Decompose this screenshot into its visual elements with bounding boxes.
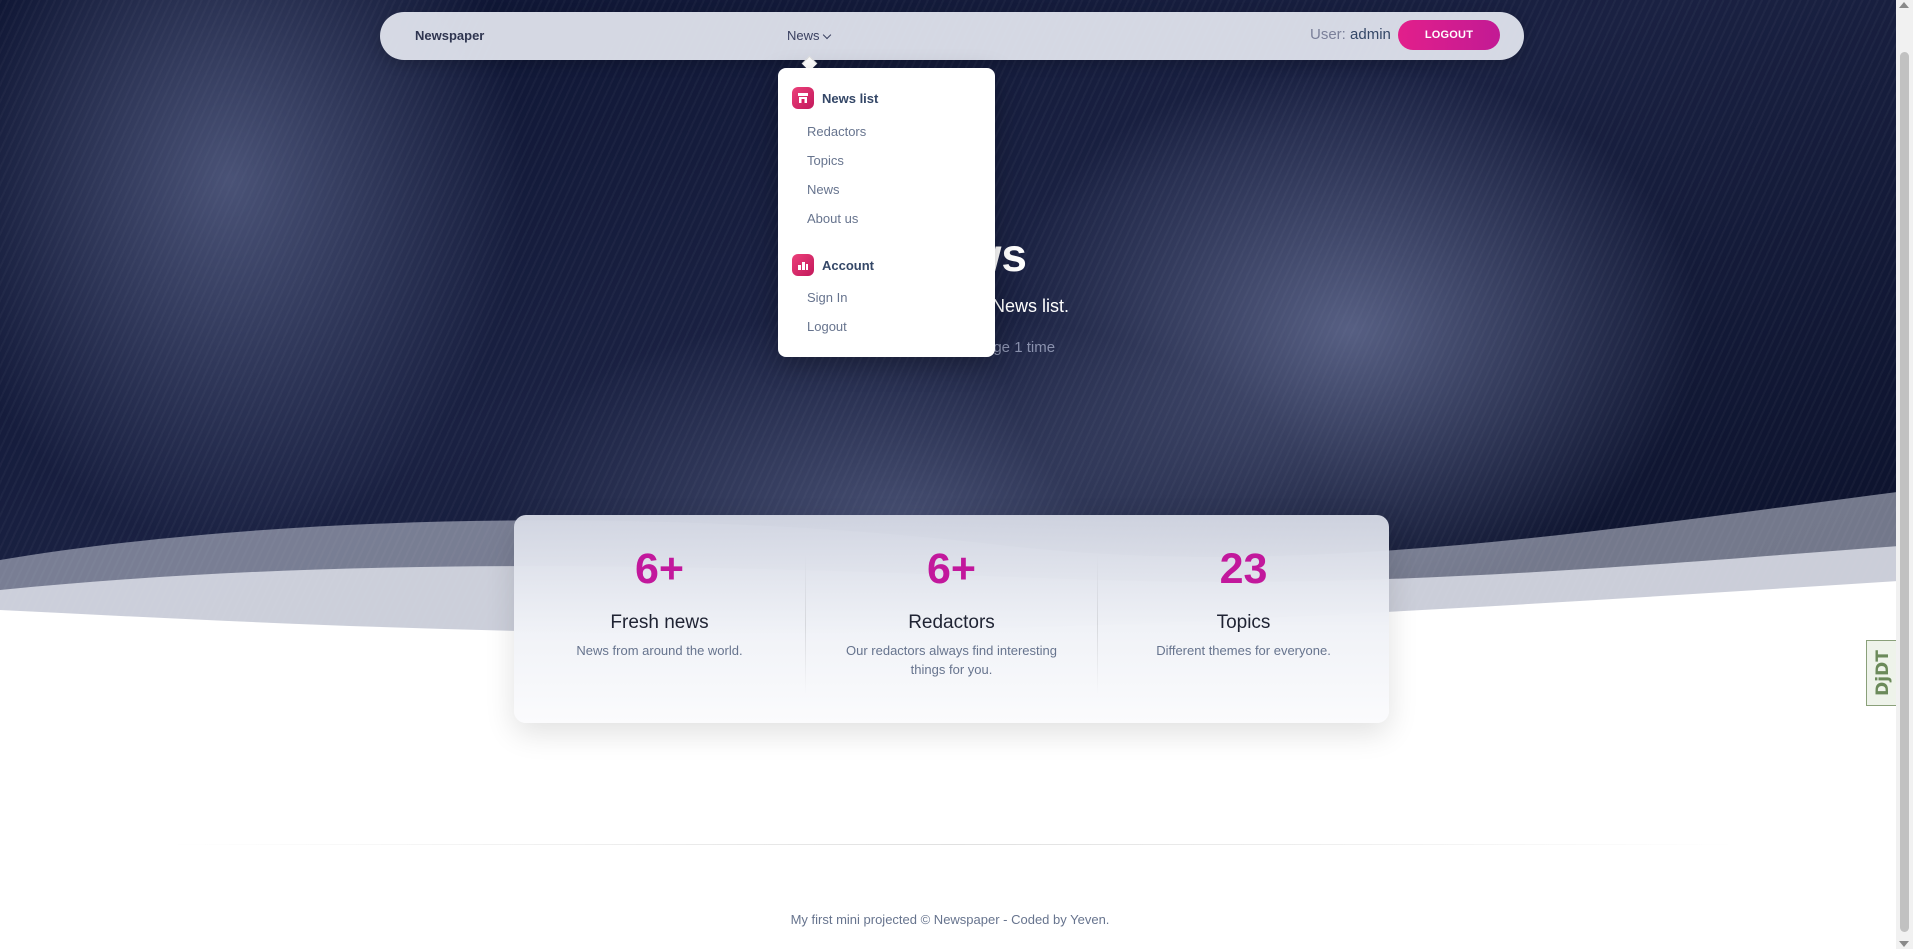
hero-visit-counter: age 1 time — [985, 339, 1056, 356]
news-dropdown-menu: News list Redactors Topics News About us… — [778, 68, 995, 357]
logout-button[interactable]: LOGOUT — [1398, 20, 1500, 50]
stats-card: 6+ Fresh news News from around the world… — [514, 515, 1389, 723]
store-icon — [792, 87, 814, 109]
debug-toolbar-label: DjDT — [1873, 650, 1893, 696]
stat-topics: 23 Topics Different themes for everyone. — [1098, 515, 1389, 723]
scroll-up-icon[interactable] — [1899, 2, 1909, 8]
user-label: User: — [1310, 26, 1346, 43]
dropdown-item-redactors[interactable]: Redactors — [807, 124, 866, 139]
user-info: User: admin — [1310, 26, 1391, 43]
dropdown-section-title: News list — [822, 90, 879, 106]
dropdown-section-account: Account — [792, 254, 874, 276]
footer-text: My first mini projected © Newspaper - Co… — [790, 912, 1110, 927]
chevron-down-icon — [822, 30, 831, 40]
dropdown-item-news[interactable]: News — [807, 182, 840, 197]
dropdown-item-topics[interactable]: Topics — [807, 153, 844, 168]
debug-toolbar-handle[interactable]: DjDT — [1866, 640, 1900, 706]
dropdown-item-sign-in[interactable]: Sign In — [807, 290, 847, 305]
stat-value: 23 — [1219, 545, 1268, 593]
stat-label: Fresh news — [610, 612, 709, 633]
stat-label: Topics — [1216, 612, 1271, 633]
stat-value: 6+ — [634, 545, 685, 593]
news-menu-label: News — [787, 28, 820, 43]
news-menu-toggle[interactable]: News — [787, 28, 831, 43]
user-name: admin — [1350, 26, 1391, 43]
stat-description: Different themes for everyone. — [1156, 643, 1331, 658]
stat-redactors: 6+ Redactors Our redactors always find i… — [806, 515, 1097, 723]
stat-label: Redactors — [908, 612, 995, 633]
stat-description: News from around the world. — [576, 643, 743, 658]
dropdown-section-news-list: News list — [792, 87, 878, 109]
hero-subtitle: News list. — [992, 296, 1070, 316]
dropdown-item-about-us[interactable]: About us — [807, 211, 858, 226]
dropdown-item-logout[interactable]: Logout — [807, 319, 847, 334]
dropdown-section-title: Account — [822, 257, 874, 273]
scrollbar-thumb[interactable] — [1900, 52, 1909, 932]
scroll-down-icon[interactable] — [1899, 941, 1909, 947]
user-chart-icon — [792, 254, 814, 276]
stat-description: Our redactors always find interesting th… — [846, 643, 1057, 677]
footer-divider — [165, 844, 1741, 845]
page-scrollbar[interactable] — [1896, 0, 1913, 949]
navbar: Newspaper News User: admin LOGOUT — [380, 12, 1524, 60]
brand-link[interactable]: Newspaper — [415, 28, 484, 43]
stat-fresh-news: 6+ Fresh news News from around the world… — [514, 515, 805, 723]
stat-value: 6+ — [926, 545, 977, 593]
